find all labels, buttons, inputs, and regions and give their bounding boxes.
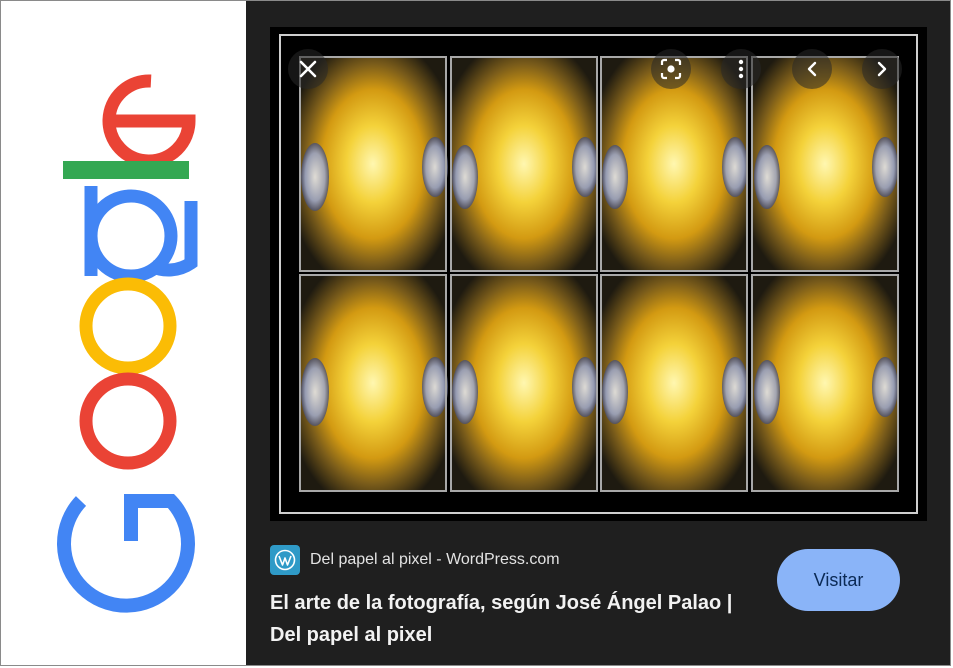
chevron-right-icon bbox=[877, 61, 887, 77]
more-vert-icon bbox=[738, 59, 744, 79]
visit-button[interactable]: Visitar bbox=[777, 549, 900, 611]
next-button[interactable] bbox=[862, 49, 902, 89]
preview-image[interactable] bbox=[270, 27, 927, 521]
google-logo-panel bbox=[1, 1, 246, 665]
chevron-left-icon bbox=[807, 61, 817, 77]
close-button[interactable] bbox=[288, 49, 328, 89]
result-title[interactable]: El arte de la fotografía, según José Áng… bbox=[270, 587, 750, 651]
close-icon bbox=[299, 60, 317, 78]
image-viewer-panel: Del papel al pixel - WordPress.com El ar… bbox=[246, 1, 950, 665]
google-logo bbox=[57, 74, 198, 613]
source-name: Del papel al pixel - WordPress.com bbox=[310, 551, 560, 568]
source-link[interactable]: Del papel al pixel - WordPress.com bbox=[270, 545, 560, 575]
lens-search-button[interactable] bbox=[651, 49, 691, 89]
wordpress-icon bbox=[270, 545, 300, 575]
lens-icon bbox=[660, 58, 682, 80]
flower-mosaic-image bbox=[270, 27, 927, 521]
more-options-button[interactable] bbox=[721, 49, 761, 89]
previous-button[interactable] bbox=[792, 49, 832, 89]
screenshot-frame: Del papel al pixel - WordPress.com El ar… bbox=[0, 0, 951, 666]
